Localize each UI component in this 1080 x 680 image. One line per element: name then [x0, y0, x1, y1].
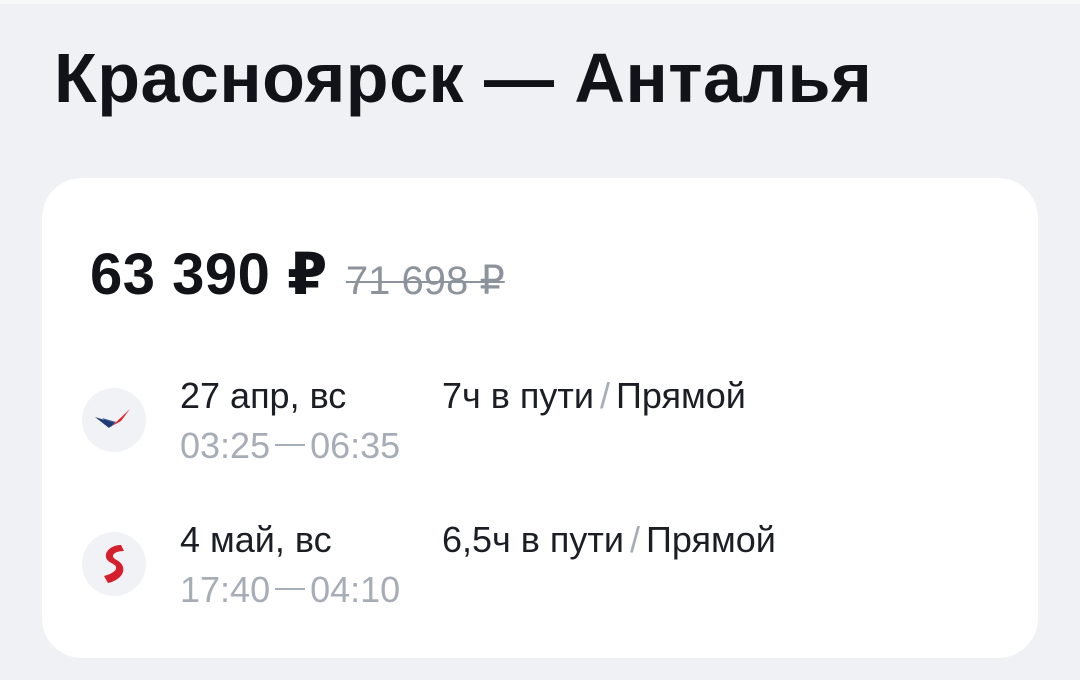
page: Красноярск — Анталья 63 390 ₽ 71 698 ₽ 2… — [0, 0, 1080, 680]
arrival-time: 04:10 — [310, 569, 401, 610]
segment-separator: / — [630, 519, 641, 560]
segment-date: 27 апр, вс — [180, 375, 347, 416]
price-current: 63 390 ₽ — [90, 242, 328, 307]
arrival-time: 06:35 — [310, 425, 401, 466]
segment-info: 7ч в пути / Прямой — [442, 374, 746, 418]
segment-duration: 7ч в пути — [442, 375, 594, 416]
flight-segment-return: 4 май, вс 17:40 04:10 6,5ч в пути / Прямой — [82, 516, 982, 616]
departure-time: 17:40 — [180, 569, 271, 610]
time-dash — [275, 444, 306, 447]
segment-duration: 6,5ч в пути — [442, 519, 625, 560]
segment-type: Прямой — [646, 519, 776, 560]
header-edge — [0, 0, 1080, 4]
price-old: 71 698 ₽ — [345, 259, 505, 303]
time-dash — [275, 588, 306, 591]
route-title: Красноярск — Анталья — [54, 39, 873, 117]
ticket-card[interactable]: 63 390 ₽ 71 698 ₽ 27 апр, вс 03:25 06:35 … — [42, 178, 1038, 658]
departure-time: 03:25 — [180, 425, 271, 466]
segment-info: 6,5ч в пути / Прямой — [442, 518, 776, 562]
segment-times: 17:40 04:10 — [180, 568, 400, 612]
segment-date: 4 май, вс — [180, 519, 332, 560]
flight-segment-outbound: 27 апр, вс 03:25 06:35 7ч в пути / Прямой — [82, 372, 982, 472]
segment-separator: / — [600, 375, 611, 416]
s7-logo-icon — [82, 532, 146, 596]
segment-times: 03:25 06:35 — [180, 424, 400, 468]
segment-type: Прямой — [616, 375, 746, 416]
aeroflot-logo-icon — [82, 388, 146, 452]
price-row: 63 390 ₽ 71 698 ₽ — [90, 240, 505, 308]
